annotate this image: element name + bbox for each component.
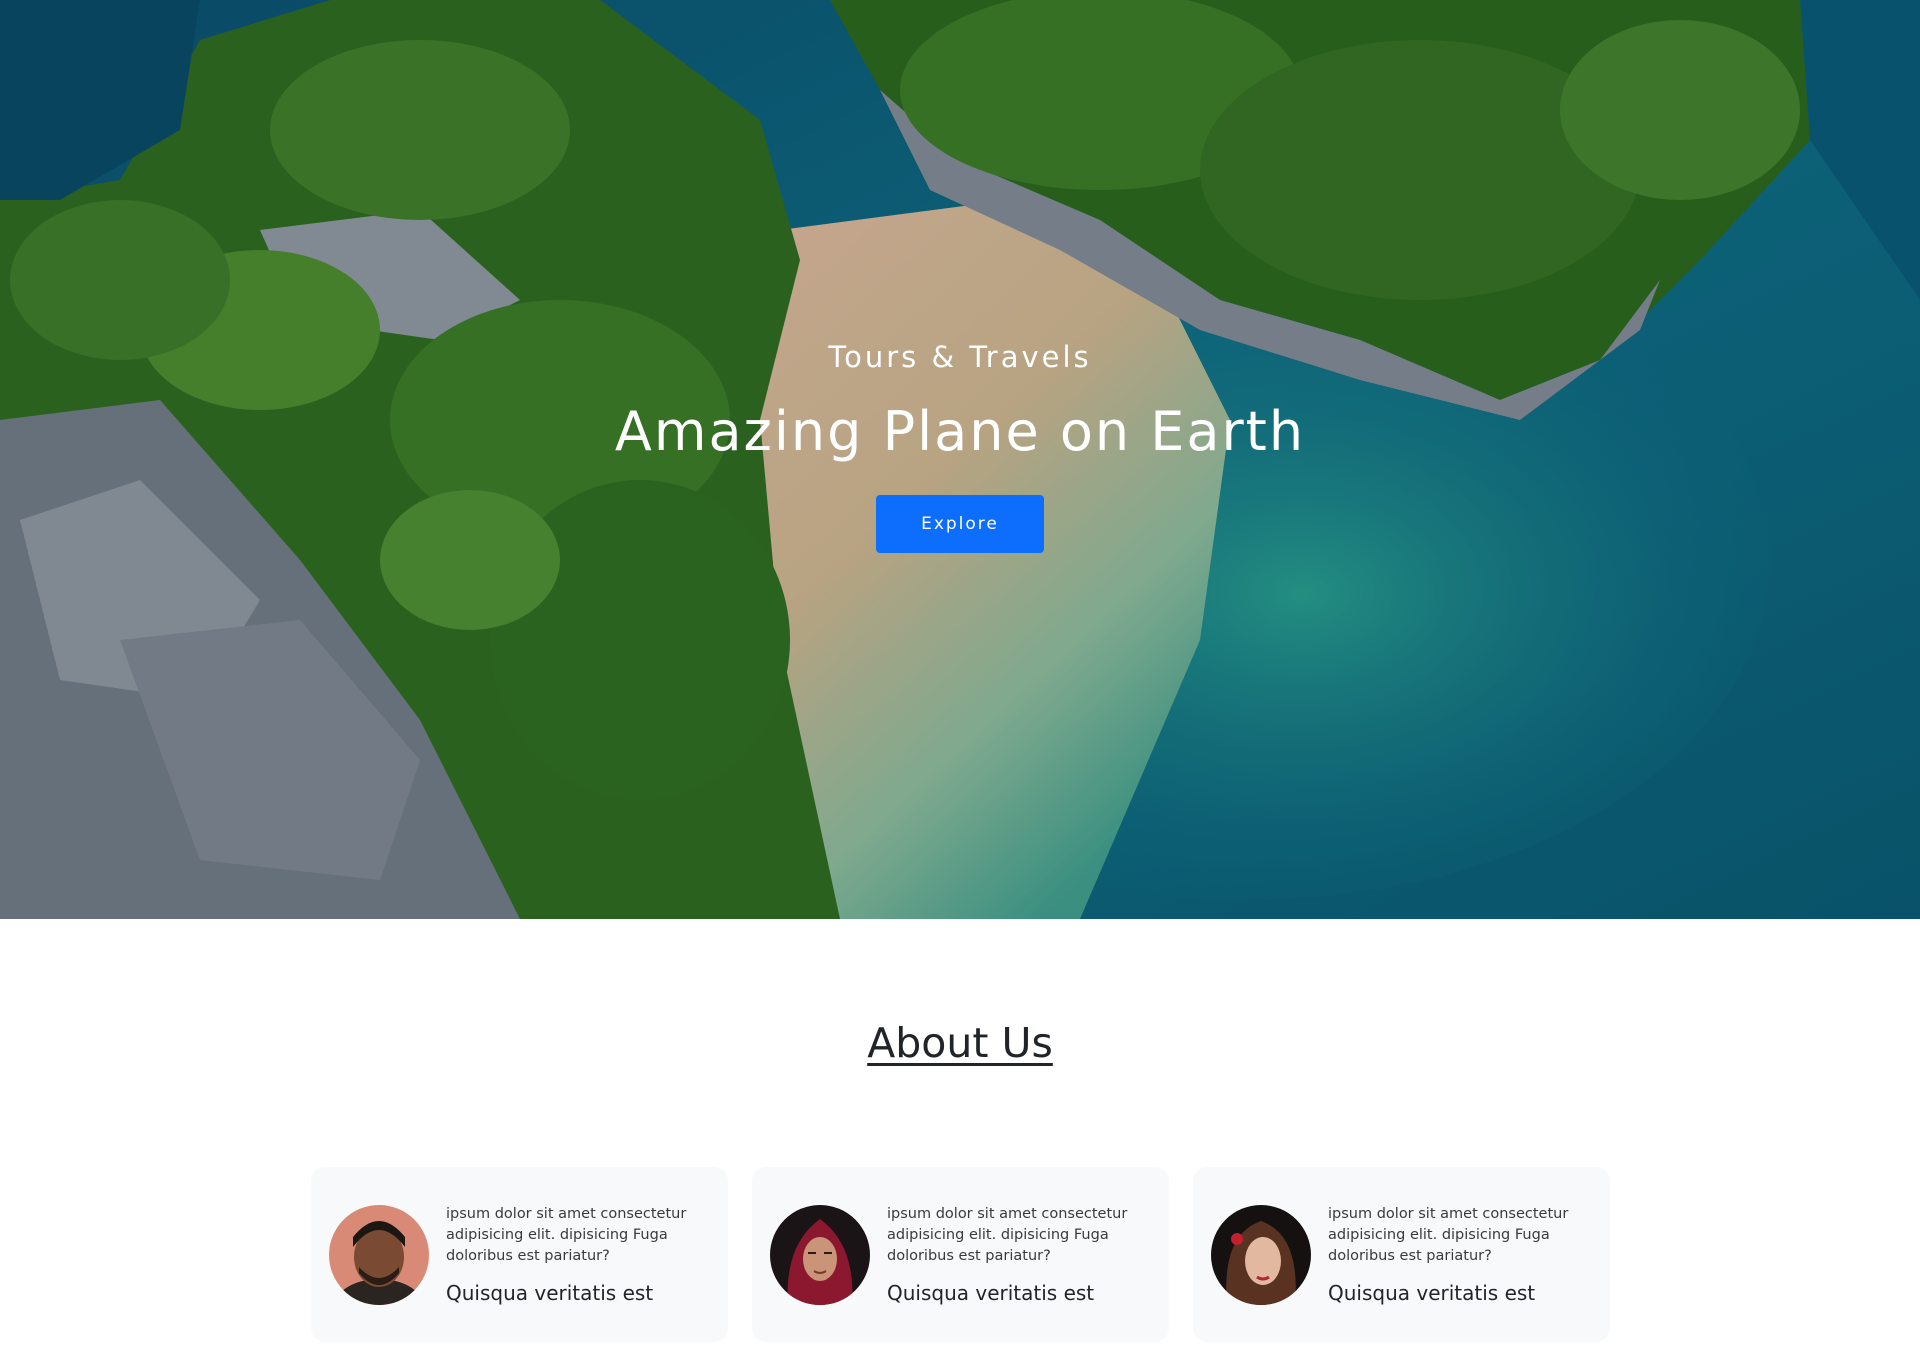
card-heading: Quisqua veritatis est bbox=[887, 1281, 1095, 1305]
about-card: ipsum dolor sit amet consectetur adipisi… bbox=[311, 1167, 728, 1342]
woman-portrait-avatar bbox=[1211, 1204, 1311, 1305]
about-title: About Us bbox=[867, 1019, 1053, 1067]
card-heading: Quisqua veritatis est bbox=[446, 1281, 654, 1305]
card-body: ipsum dolor sit amet consectetur adipisi… bbox=[887, 1204, 1147, 1305]
card-heading: Quisqua veritatis est bbox=[1328, 1281, 1536, 1305]
hero-section: Tours & Travels Amazing Plane on Earth E… bbox=[0, 0, 1920, 919]
hero-title: Amazing Plane on Earth bbox=[614, 400, 1306, 463]
man-portrait-avatar bbox=[329, 1204, 429, 1305]
explore-button[interactable]: Explore bbox=[876, 495, 1044, 553]
about-card: ipsum dolor sit amet consectetur adipisi… bbox=[1193, 1167, 1610, 1342]
card-body: ipsum dolor sit amet consectetur adipisi… bbox=[446, 1204, 706, 1305]
woman-hijab-avatar bbox=[770, 1204, 870, 1305]
about-cards: ipsum dolor sit amet consectetur adipisi… bbox=[311, 1167, 1610, 1342]
card-body: ipsum dolor sit amet consectetur adipisi… bbox=[1328, 1204, 1588, 1305]
card-text: ipsum dolor sit amet consectetur adipisi… bbox=[446, 1206, 687, 1264]
about-card: ipsum dolor sit amet consectetur adipisi… bbox=[752, 1167, 1169, 1342]
card-text: ipsum dolor sit amet consectetur adipisi… bbox=[1328, 1206, 1569, 1264]
card-text: ipsum dolor sit amet consectetur adipisi… bbox=[887, 1206, 1128, 1264]
hero-content: Tours & Travels Amazing Plane on Earth E… bbox=[0, 340, 1920, 553]
hero-subtitle: Tours & Travels bbox=[828, 340, 1092, 374]
about-section: About Us ipsum dolor sit amet consectetu… bbox=[0, 919, 1920, 1350]
